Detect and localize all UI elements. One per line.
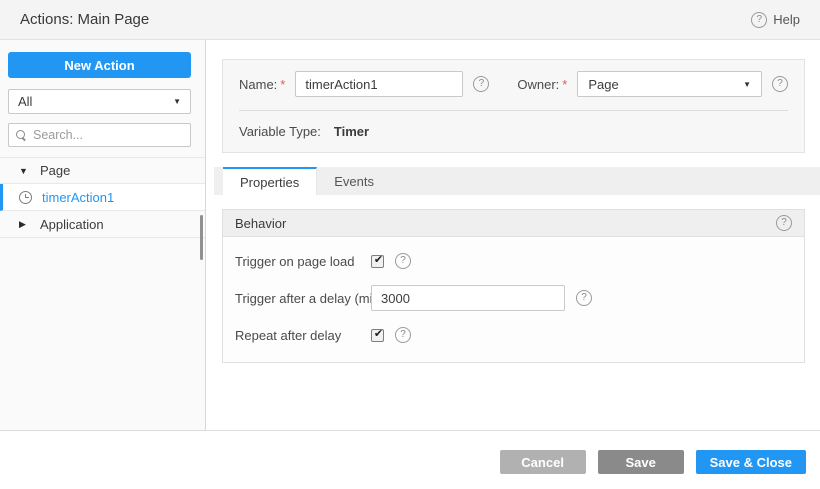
prop-label: Repeat after delay [235, 327, 342, 343]
check-icon: ✔ [373, 253, 384, 266]
tree-item-application[interactable]: ▶ Application [0, 211, 205, 238]
prop-row-trigger-on-page-load: Trigger on page load ✔ ? [235, 248, 792, 274]
footer: Cancel Save Save & Close [0, 431, 820, 489]
prop-label: Trigger after a delay (millisec... [235, 290, 371, 306]
page-title: Actions: Main Page [20, 11, 150, 28]
chevron-down-icon: ▼ [743, 79, 751, 89]
prop-row-trigger-delay: Trigger after a delay (millisec... ? [235, 285, 792, 311]
trigger-on-page-load-checkbox[interactable]: ✔ [371, 253, 384, 268]
tree-item-label: timerAction1 [42, 189, 115, 205]
search-input[interactable] [33, 128, 183, 142]
name-input[interactable] [295, 71, 464, 97]
save-button[interactable]: Save [597, 450, 684, 474]
new-action-button[interactable]: New Action [8, 52, 191, 78]
trigger-delay-help-icon[interactable]: ? [576, 290, 592, 306]
tree-item-page[interactable]: ▼ Page [0, 157, 205, 184]
tab-strip: Properties Events [214, 167, 820, 195]
variable-type-value: Timer [333, 124, 370, 139]
owner-help-icon[interactable]: ? [772, 76, 788, 92]
behavior-title: Behavior [235, 215, 287, 231]
divider [239, 110, 788, 111]
trigger-delay-input[interactable] [371, 285, 565, 311]
prop-row-repeat-after-delay: Repeat after delay ✔ ? [235, 322, 792, 348]
caret-down-icon: ▼ [19, 165, 28, 176]
app-header: Actions: Main Page ? Help [0, 0, 820, 40]
trigger-on-page-load-help-icon[interactable]: ? [395, 253, 411, 269]
repeat-after-delay-help-icon[interactable]: ? [395, 327, 411, 343]
tree-item-label: Application [40, 216, 104, 232]
required-marker: * [280, 76, 286, 92]
save-and-close-button[interactable]: Save & Close [695, 450, 806, 474]
sidebar: New Action All ▼ ▼ Page timerAction1 ▶ A… [0, 40, 206, 430]
clock-icon [19, 190, 32, 204]
owner-label: Owner: [517, 76, 560, 92]
action-filter-value: All [18, 94, 33, 109]
behavior-panel: Behavior ? Trigger on page load ✔ ? Trig… [222, 209, 805, 363]
check-icon: ✔ [373, 327, 384, 340]
owner-value: Page [588, 76, 619, 92]
variable-type-label: Variable Type: [239, 124, 321, 139]
cancel-button[interactable]: Cancel [499, 450, 586, 474]
repeat-after-delay-checkbox[interactable]: ✔ [371, 327, 384, 342]
behavior-help-icon[interactable]: ? [776, 215, 792, 231]
search-box[interactable] [8, 123, 191, 147]
required-marker: * [562, 76, 568, 92]
help-button[interactable]: ? Help [751, 11, 800, 28]
prop-label: Trigger on page load [235, 253, 355, 269]
caret-right-icon: ▶ [19, 218, 26, 229]
actions-tree: ▼ Page timerAction1 ▶ Application [0, 157, 205, 238]
search-icon [16, 129, 27, 141]
app-body: New Action All ▼ ▼ Page timerAction1 ▶ A… [0, 40, 820, 431]
tab-properties[interactable]: Properties [223, 167, 318, 195]
help-icon: ? [751, 11, 768, 28]
help-label: Help [773, 12, 800, 27]
tab-events[interactable]: Events [317, 167, 391, 195]
tree-item-timeraction1[interactable]: timerAction1 [0, 184, 205, 211]
chevron-down-icon: ▼ [173, 97, 181, 106]
name-help-icon[interactable]: ? [473, 76, 490, 92]
name-label: Name: [239, 76, 278, 92]
sidebar-scrollbar[interactable] [200, 215, 203, 260]
tree-item-label: Page [40, 163, 71, 178]
action-settings-panel: Name: * ? Owner: * Page ▼ ? Variable Typ… [222, 59, 805, 153]
action-filter-select[interactable]: All ▼ [8, 89, 191, 114]
owner-select[interactable]: Page ▼ [577, 71, 762, 97]
main-panel: Name: * ? Owner: * Page ▼ ? Variable Typ… [206, 40, 820, 430]
